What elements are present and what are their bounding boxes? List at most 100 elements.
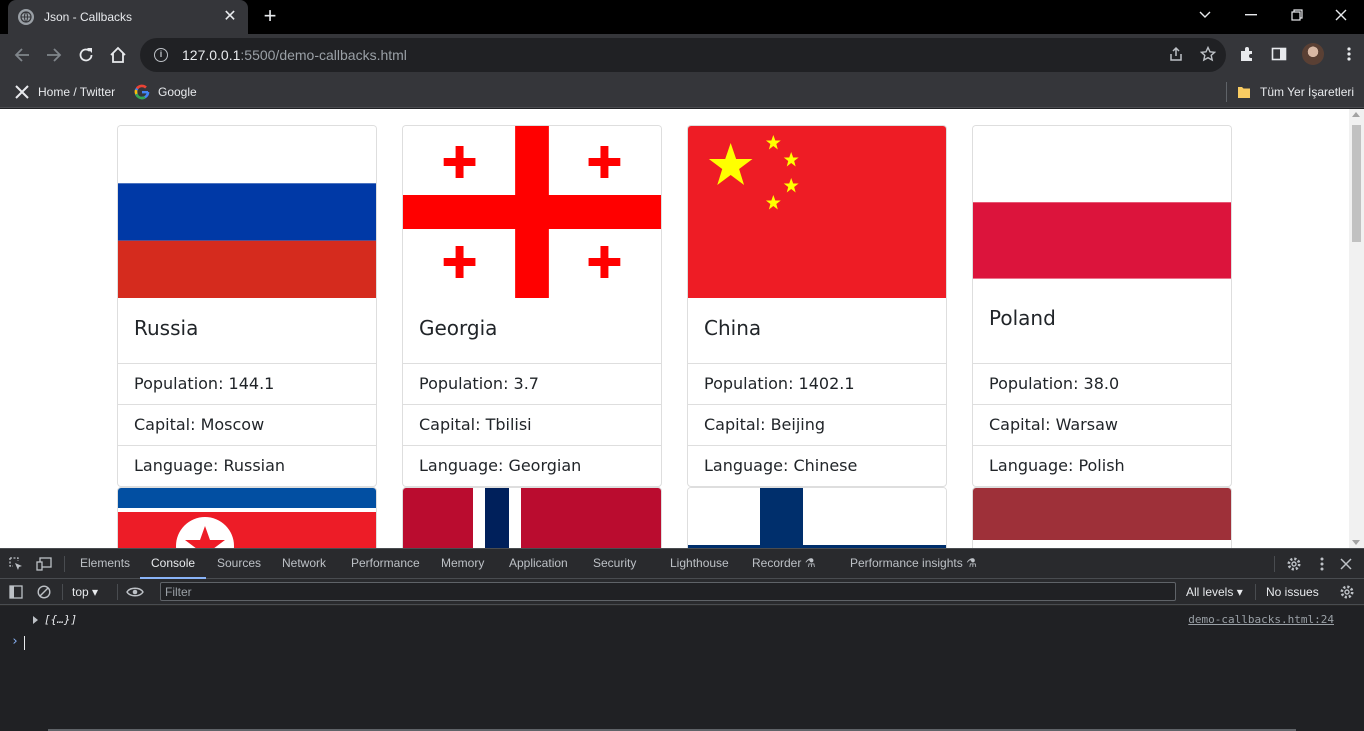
- bookmark-google[interactable]: Google: [134, 82, 197, 102]
- country-card-latvia: [972, 487, 1232, 548]
- url-text[interactable]: 127.0.0.1:5500/demo-callbacks.html: [182, 47, 407, 63]
- population-item: Population: 38.0: [973, 364, 1231, 405]
- browser-tab[interactable]: Json - Callbacks ✕: [8, 0, 248, 34]
- country-details: Population: 3.7 Capital: Tbilisi Languag…: [403, 363, 661, 486]
- bookmark-label: Home / Twitter: [38, 85, 116, 99]
- flask-icon: ⚗: [966, 556, 977, 570]
- all-bookmarks-button[interactable]: Tüm Yer İşaretleri: [1236, 82, 1354, 102]
- tab-performance-insights-label: Performance insights: [850, 556, 963, 570]
- address-bar[interactable]: i 127.0.0.1:5500/demo-callbacks.html: [140, 38, 1226, 72]
- side-panel-icon[interactable]: [1268, 43, 1290, 65]
- console-log-entry[interactable]: [{…}] demo-callbacks.html:24: [0, 610, 1364, 630]
- console-settings-gear-icon[interactable]: [1338, 583, 1356, 601]
- log-levels-dropdown[interactable]: All levels ▾: [1186, 585, 1243, 599]
- expand-triangle-icon[interactable]: [33, 616, 38, 624]
- share-icon[interactable]: [1165, 43, 1187, 65]
- forward-arrow-icon[interactable]: [42, 43, 66, 67]
- close-window-icon[interactable]: [1318, 0, 1364, 30]
- minimize-icon[interactable]: [1228, 0, 1274, 30]
- tab-sources[interactable]: Sources: [217, 549, 261, 578]
- tab-lighthouse[interactable]: Lighthouse: [670, 549, 729, 578]
- console-toolbar: top ▾ Filter All levels ▾ No issues: [0, 579, 1364, 605]
- tab-security[interactable]: Security: [593, 549, 636, 578]
- tab-memory[interactable]: Memory: [441, 549, 484, 578]
- tab-performance[interactable]: Performance: [351, 549, 420, 578]
- log-source-link[interactable]: demo-callbacks.html:24: [1188, 613, 1334, 626]
- browser-toolbar: i 127.0.0.1:5500/demo-callbacks.html: [0, 34, 1364, 76]
- toolbar-divider: [64, 556, 65, 572]
- capital-item: Capital: Tbilisi: [403, 405, 661, 446]
- page-viewport: Russia Population: 144.1 Capital: Moscow…: [0, 109, 1364, 548]
- issues-counter[interactable]: No issues: [1266, 585, 1319, 599]
- tab-elements[interactable]: Elements: [80, 549, 130, 578]
- latvia-flag-image: [973, 488, 1231, 548]
- restore-icon[interactable]: [1274, 0, 1320, 30]
- country-card-norway: [402, 487, 662, 548]
- bookmark-star-icon[interactable]: [1197, 43, 1219, 65]
- back-arrow-icon[interactable]: [10, 43, 34, 67]
- tab-console[interactable]: Console: [139, 549, 207, 579]
- toolbar-divider: [1255, 584, 1256, 600]
- dropdown-arrow-icon: ▾: [1236, 585, 1243, 599]
- settings-gear-icon[interactable]: [1285, 555, 1303, 573]
- flask-icon: ⚗: [804, 556, 816, 570]
- inspect-element-icon[interactable]: [7, 555, 25, 573]
- tab-application[interactable]: Application: [509, 549, 568, 578]
- close-tab-icon[interactable]: ✕: [222, 9, 238, 25]
- population-item: Population: 1402.1: [688, 364, 946, 405]
- language-item: Language: Russian: [134, 456, 286, 475]
- bookmarks-divider: [1226, 82, 1227, 102]
- new-tab-button[interactable]: +: [258, 5, 282, 29]
- bookmark-home-twitter[interactable]: Home / Twitter: [14, 82, 115, 102]
- country-card-georgia: Georgia Population: 3.7 Capital: Tbilisi…: [402, 125, 662, 487]
- x-logo-icon: [14, 84, 30, 100]
- tab-performance-insights[interactable]: Performance insights ⚗: [850, 549, 977, 578]
- profile-avatar[interactable]: [1302, 43, 1324, 65]
- population-item: Population: 144.1: [118, 364, 376, 405]
- scroll-down-arrow-icon[interactable]: [1352, 540, 1360, 545]
- capital-item: Capital: Warsaw: [973, 405, 1231, 446]
- live-expression-eye-icon[interactable]: [126, 583, 144, 601]
- bookmark-label: Google: [158, 85, 197, 99]
- title-bar: Json - Callbacks ✕ +: [0, 0, 1364, 34]
- console-output: [{…}] demo-callbacks.html:24 ›: [0, 606, 1364, 731]
- tab-recorder[interactable]: Recorder ⚗: [752, 549, 815, 578]
- page-scrollbar[interactable]: [1349, 109, 1364, 548]
- sidebar-toggle-icon[interactable]: [7, 583, 25, 601]
- country-card-russia: Russia Population: 144.1 Capital: Moscow…: [117, 125, 377, 487]
- north-korea-flag-image: [118, 488, 376, 548]
- home-icon[interactable]: [106, 43, 130, 67]
- extensions-icon[interactable]: [1236, 43, 1258, 65]
- capital-item: Capital: Moscow: [118, 405, 376, 446]
- china-flag-image: [688, 126, 946, 298]
- norway-flag-image: [403, 488, 661, 548]
- devtools-tab-bar: Elements Console Sources Network Perform…: [0, 549, 1364, 579]
- more-options-icon[interactable]: [1313, 555, 1331, 573]
- capital-item: Capital: Beijing: [688, 405, 946, 446]
- menu-kebab-icon[interactable]: [1338, 43, 1360, 65]
- language-item: Language: Polish: [989, 456, 1125, 475]
- console-prompt-chevron-icon: ›: [11, 634, 19, 649]
- tab-network[interactable]: Network: [282, 549, 326, 578]
- tab-search-icon[interactable]: [1182, 0, 1228, 30]
- toolbar-divider: [117, 584, 118, 600]
- tab-recorder-label: Recorder: [752, 556, 802, 570]
- console-input-caret[interactable]: [24, 636, 25, 650]
- context-selector[interactable]: top ▾: [72, 585, 98, 599]
- scrollbar-thumb[interactable]: [1352, 125, 1361, 242]
- all-bookmarks-label: Tüm Yer İşaretleri: [1260, 85, 1355, 99]
- reload-icon[interactable]: [74, 43, 98, 67]
- device-toolbar-icon[interactable]: [35, 555, 53, 573]
- poland-flag-image: [973, 126, 1231, 279]
- site-info-icon[interactable]: i: [154, 48, 168, 62]
- clear-console-icon[interactable]: [35, 583, 53, 601]
- scroll-up-arrow-icon[interactable]: [1352, 112, 1360, 117]
- georgia-flag-image: [403, 126, 661, 298]
- context-value: top: [72, 585, 89, 599]
- country-name: Georgia: [419, 316, 498, 340]
- log-levels-label: All levels: [1186, 585, 1234, 599]
- language-item: Language: Chinese: [704, 456, 858, 475]
- close-devtools-icon[interactable]: [1337, 555, 1355, 573]
- log-message[interactable]: [{…}]: [44, 613, 77, 626]
- console-filter-input[interactable]: Filter: [160, 582, 1176, 601]
